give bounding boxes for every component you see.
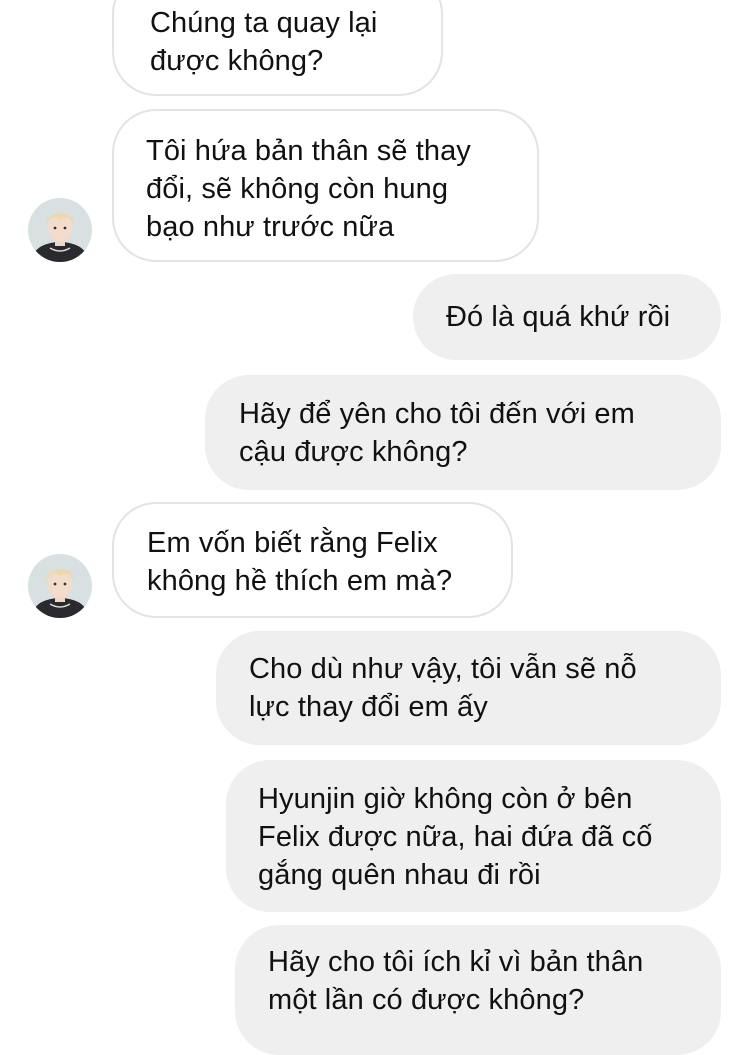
contact-avatar[interactable] <box>28 554 92 618</box>
avatar-image-icon <box>28 198 92 262</box>
outgoing-message-bubble[interactable]: Hãy cho tôi ích kỉ vì bản thân một lần c… <box>235 925 721 1055</box>
outgoing-message-bubble[interactable]: Đó là quá khứ rồi <box>413 274 721 360</box>
chat-thread: { "conversation": { "messages": [ { "sen… <box>0 0 750 1055</box>
incoming-message-bubble[interactable]: Em vốn biết rằng Felix không hề thích em… <box>112 502 513 618</box>
incoming-message-bubble[interactable]: Tôi hứa bản thân sẽ thay đổi, sẽ không c… <box>112 109 539 262</box>
incoming-message-bubble[interactable]: Chúng ta quay lại được không? <box>112 0 443 96</box>
avatar-image-icon <box>28 554 92 618</box>
contact-avatar[interactable] <box>28 198 92 262</box>
outgoing-message-bubble[interactable]: Hyunjin giờ không còn ở bên Felix được n… <box>226 760 721 912</box>
outgoing-message-bubble[interactable]: Cho dù như vậy, tôi vẫn sẽ nỗ lực thay đ… <box>216 631 721 745</box>
outgoing-message-bubble[interactable]: Hãy để yên cho tôi đến với em cậu được k… <box>205 375 721 490</box>
